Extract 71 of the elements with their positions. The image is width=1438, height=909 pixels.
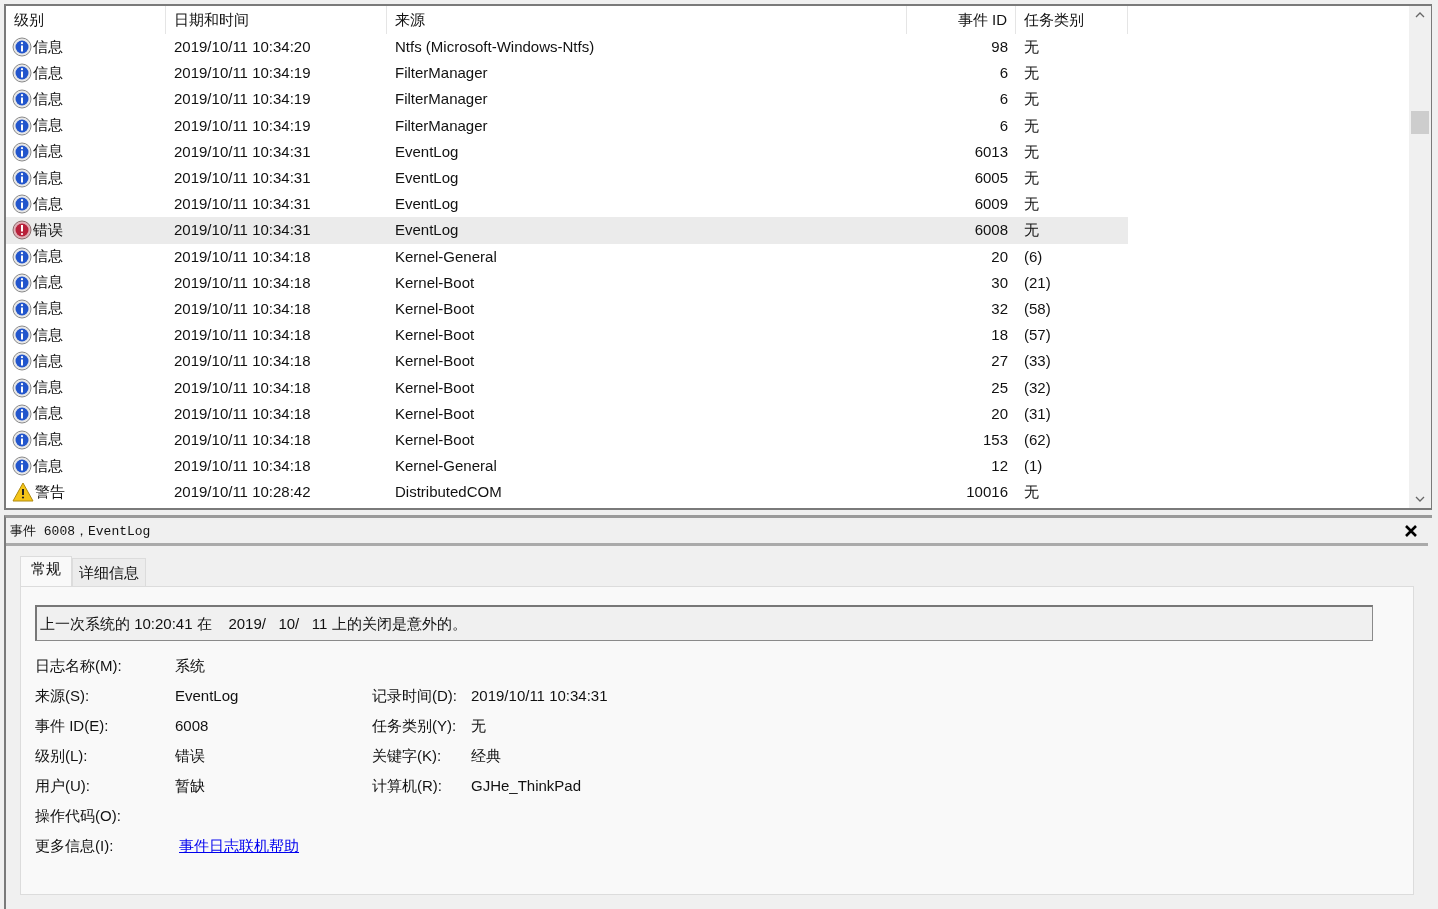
scroll-up-icon[interactable] — [1415, 12, 1425, 18]
info-icon — [12, 298, 32, 319]
level-text: 信息 — [33, 456, 63, 476]
info-icon — [12, 115, 32, 136]
field-value: GJHe_ThinkPad — [471, 776, 583, 796]
field-label: 来源(S): — [35, 686, 91, 706]
field-value: 6008 — [175, 716, 210, 736]
level-text: 信息 — [33, 142, 63, 162]
field-value: 错误 — [175, 746, 206, 766]
field-label: 日志名称(M): — [35, 656, 123, 676]
info-icon — [12, 351, 32, 372]
level-text: 信息 — [33, 89, 63, 109]
level-text: 信息 — [33, 116, 63, 136]
field-value: 2019/10/11 10:34:31 — [471, 686, 609, 706]
level-text: 信息 — [33, 404, 63, 424]
level-text: 信息 — [33, 325, 63, 345]
info-icon — [12, 456, 32, 477]
field-label: 用户(U): — [35, 776, 91, 796]
help-link[interactable]: 事件日志联机帮助 — [179, 835, 299, 857]
info-icon — [12, 37, 32, 58]
field-label: 事件 ID(E): — [35, 716, 110, 736]
info-icon — [12, 272, 32, 293]
field-value: 暂缺 — [175, 776, 206, 796]
event-id-cell: 6008 — [907, 217, 1016, 244]
level-text: 信息 — [33, 168, 63, 188]
info-icon — [12, 63, 32, 84]
tab[interactable]: 详细信息 — [72, 558, 146, 586]
info-icon — [12, 403, 32, 424]
level-text: 信息 — [33, 430, 63, 450]
field-label: 更多信息(I): — [35, 836, 115, 856]
category-cell: 无 — [1016, 217, 1128, 244]
level-text: 信息 — [33, 299, 63, 319]
error-icon — [12, 220, 32, 241]
level-text: 信息 — [33, 273, 63, 293]
scrollbar[interactable] — [1409, 6, 1431, 508]
field-label: 记录时间(D): — [372, 686, 458, 706]
field-label: 任务类别(Y): — [372, 716, 458, 736]
source-cell: EventLog — [387, 217, 907, 244]
level-text: 警告 — [35, 482, 65, 502]
level-text: 错误 — [33, 220, 63, 240]
field-label: 级别(L): — [35, 746, 89, 766]
info-icon — [12, 194, 32, 215]
level-text: 信息 — [33, 247, 63, 267]
info-icon — [12, 429, 32, 450]
level-text: 信息 — [33, 378, 63, 398]
date-cell: 2019/10/11 10:34:31 — [166, 217, 387, 244]
field-value: 无 — [471, 716, 487, 736]
field-label: 关键字(K): — [372, 746, 443, 766]
info-icon — [12, 246, 32, 267]
event-message: 上一次系统的 10:20:41 在 2019/ 10/ 11 上的关闭是意外的。 — [35, 605, 1373, 641]
info-icon — [12, 325, 32, 346]
field-value: 系统 — [175, 656, 206, 676]
info-icon — [12, 377, 32, 398]
event-title: 事件 6008，EventLog — [10, 522, 151, 540]
field-label: 计算机(R): — [372, 776, 443, 796]
level-text: 信息 — [33, 37, 63, 57]
field-value: 经典 — [471, 746, 502, 766]
field-label: 操作代码(O): — [35, 806, 122, 826]
info-icon — [12, 89, 32, 110]
scroll-down-icon[interactable] — [1415, 496, 1425, 502]
scroll-thumb[interactable] — [1411, 110, 1429, 134]
close-button[interactable] — [1404, 523, 1418, 538]
field-value: EventLog — [175, 686, 240, 706]
level-text: 信息 — [33, 63, 63, 83]
level-text: 信息 — [33, 194, 63, 214]
info-icon — [12, 141, 32, 162]
level-text: 信息 — [33, 351, 63, 371]
warning-icon — [12, 482, 34, 503]
tab[interactable]: 常规 — [20, 556, 72, 586]
info-icon — [12, 168, 32, 189]
event-row-level[interactable]: 错误 — [6, 217, 166, 244]
